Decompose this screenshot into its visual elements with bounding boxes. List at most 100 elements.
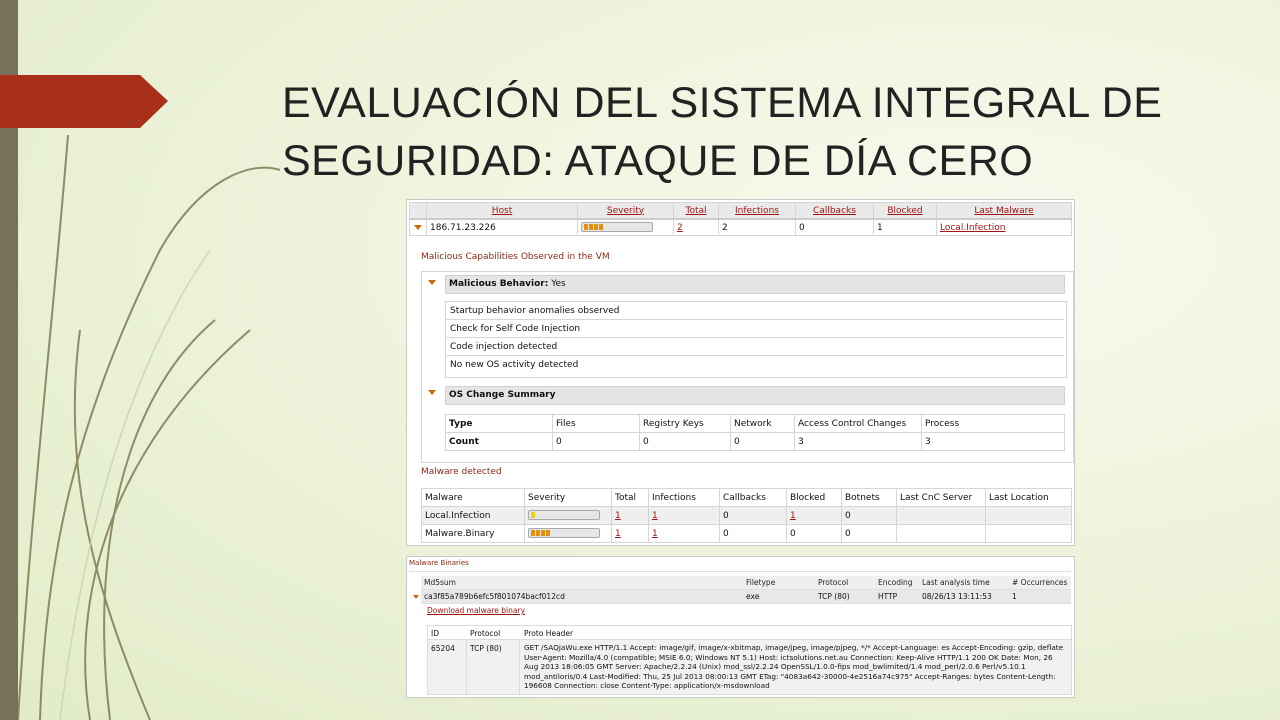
expand-binary-icon[interactable] [413,595,419,599]
botnets-value: 0 [841,506,897,525]
severity-cell [594,224,598,231]
severity-cell [541,530,545,537]
malware-name: Local.Infection [421,506,525,525]
malware-detected-label: Malware detected [421,467,502,477]
severity-header[interactable]: Severity [577,202,674,220]
os-process-value: 3 [921,432,1065,451]
malware-location-header: Last Location [985,488,1072,507]
protocol-value: TCP (80) [815,589,875,604]
table-row[interactable]: Malware.Binary 1 1 0 0 0 [421,524,1072,543]
severity-meter [581,222,653,233]
list-item: No new OS activity detected [450,360,579,370]
blocked-value: 0 [786,524,842,543]
cnc-value [896,506,986,525]
detail-proto-header-header: Proto Header [524,629,574,638]
total-header[interactable]: Total [673,202,719,220]
occurrences-value: 1 [1009,589,1071,604]
blocked-value: 1 [873,218,937,236]
last-malware-link[interactable]: Local.Infection [940,223,1005,233]
collapse-os-summary-icon[interactable] [428,390,436,395]
infections-link[interactable]: 1 [652,511,658,521]
analysis-time-header: Last analysis time [919,576,1009,590]
download-binary-link[interactable]: Download malware binary [427,606,525,615]
location-value [985,524,1072,543]
severity-meter [528,528,600,539]
severity-meter [528,510,600,521]
infections-value: 2 [718,218,796,236]
callbacks-value: 0 [719,506,787,525]
filetype-header: Filetype [743,576,815,590]
severity-cell [584,224,588,231]
callbacks-value: 0 [719,524,787,543]
malicious-behavior-bar: Malicious Behavior: Yes [445,275,1065,294]
os-network-header: Network [730,414,795,433]
os-count-label: Count [445,432,553,451]
md5-value: ca3f85a789b6efc5f801074bacf012cd [421,589,743,604]
encoding-header: Encoding [875,576,919,590]
malware-severity-header: Severity [524,488,612,507]
blocked-header[interactable]: Blocked [873,202,937,220]
malware-header: Malware [421,488,525,507]
severity-cell [546,530,550,537]
expand-col-header [409,202,427,220]
detail-protocol-value: TCP (80) [470,644,502,653]
last-malware-header[interactable]: Last Malware [936,202,1072,220]
severity-cell [531,530,535,537]
binaries-table: Md5sum Filetype Protocol Encoding Last a… [421,576,1071,604]
os-change-table: Type Files Registry Keys Network Access … [445,414,1065,451]
host-table: Host Severity Total Infections Callbacks… [409,202,1072,236]
location-value [985,506,1072,525]
detail-id-value: 65204 [431,644,455,653]
malware-detected-table: Malware Severity Total Infections Callba… [421,488,1072,543]
os-process-header: Process [921,414,1065,433]
os-change-summary-title: OS Change Summary [449,390,556,400]
proto-header-text: GET /SAQjaWu.exe HTTP/1.1 Accept: image/… [524,643,1064,691]
malware-total-header: Total [611,488,649,507]
cnc-value [896,524,986,543]
malware-blocked-header: Blocked [786,488,842,507]
host-ip: 186.71.23.226 [426,218,578,236]
behavior-list: Startup behavior anomalies observed Chec… [445,301,1067,378]
host-row[interactable]: 186.71.23.226 2 2 0 1 Local.Infection [409,218,1072,236]
occurrences-header: # Occurrences [1009,576,1071,590]
filetype-value: exe [743,589,815,604]
infections-header[interactable]: Infections [718,202,796,220]
total-link[interactable]: 2 [677,223,683,233]
host-header[interactable]: Host [426,202,578,220]
list-item: Startup behavior anomalies observed [446,302,1064,320]
severity-cell [536,530,540,537]
total-link[interactable]: 1 [615,529,621,539]
collapse-behavior-icon[interactable] [428,280,436,285]
infections-link[interactable]: 1 [652,529,658,539]
os-files-value: 0 [552,432,640,451]
blocked-link[interactable]: 1 [790,511,796,521]
list-item: Code injection detected [446,338,1064,356]
callbacks-header[interactable]: Callbacks [795,202,874,220]
os-access-header: Access Control Changes [794,414,922,433]
malware-infections-header: Infections [648,488,720,507]
os-files-header: Files [552,414,640,433]
os-registry-header: Registry Keys [639,414,731,433]
os-access-value: 3 [794,432,922,451]
malware-botnets-header: Botnets [841,488,897,507]
severity-cell [531,512,535,519]
malware-cnc-header: Last CnC Server [896,488,986,507]
malicious-behavior-value: Yes [551,279,566,289]
severity-cell [599,224,603,231]
proto-header-box: ID Protocol Proto Header 65204 TCP (80) … [427,625,1072,695]
callbacks-value: 0 [795,218,874,236]
table-row[interactable]: Local.Infection 1 1 0 1 0 [421,506,1072,525]
os-change-summary-bar: OS Change Summary [445,386,1065,405]
md5-header: Md5sum [421,576,743,590]
severity-cell [589,224,593,231]
malware-name: Malware.Binary [421,524,525,543]
list-item: Check for Self Code Injection [446,320,1064,338]
table-row[interactable]: ca3f85a789b6efc5f801074bacf012cd exe TCP… [421,589,1071,604]
total-link[interactable]: 1 [615,511,621,521]
malware-binaries-panel: Malware Binaries Md5sum Filetype Protoco… [406,556,1075,698]
malware-binaries-label: Malware Binaries [409,559,469,567]
title-accent-arrow [0,75,168,128]
detail-protocol-header: Protocol [470,629,501,638]
detail-id-header: ID [431,629,439,638]
expand-triangle-icon[interactable] [414,224,422,230]
